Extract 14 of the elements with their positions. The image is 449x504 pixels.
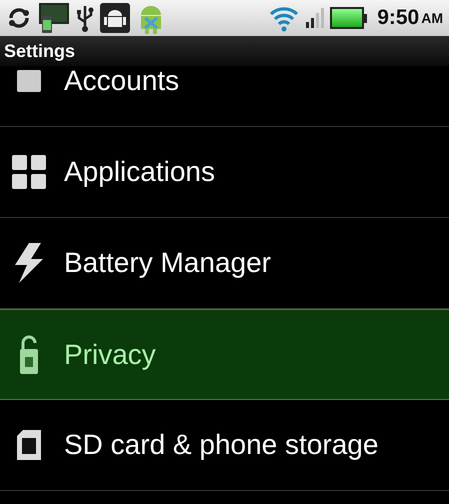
settings-item[interactable]: Privacy bbox=[0, 309, 449, 400]
battery-icon[interactable] bbox=[330, 7, 368, 29]
settings-item[interactable]: SD card & phone storage bbox=[0, 400, 449, 491]
grid-icon bbox=[12, 155, 46, 189]
monitor-icon[interactable] bbox=[38, 2, 70, 34]
clock-time: 9:50 bbox=[377, 6, 420, 30]
sync-icon[interactable] bbox=[6, 6, 32, 30]
usb-icon[interactable] bbox=[76, 4, 94, 32]
window-title: Settings bbox=[4, 40, 76, 62]
signal-icon[interactable] bbox=[306, 7, 324, 29]
android-icon[interactable] bbox=[100, 3, 130, 33]
lightning-icon bbox=[12, 243, 46, 283]
settings-item[interactable]: Applications bbox=[0, 127, 449, 218]
clock-meridiem: AM bbox=[421, 10, 443, 26]
